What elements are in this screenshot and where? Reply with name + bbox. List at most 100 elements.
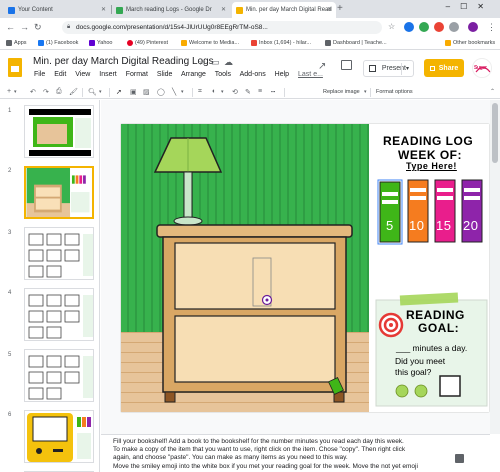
nightstand-illustration [153,137,353,403]
border-color-icon[interactable]: ✎ [245,88,251,96]
forward-icon[interactable]: → [20,22,29,32]
slide-thumbnail-6[interactable] [24,410,94,463]
chevron-down-icon[interactable]: ▾ [221,89,224,95]
menu-file[interactable]: File [34,71,45,78]
format-options-button[interactable]: Format options [376,89,413,95]
slide-editor[interactable]: READING LOG WEEK OF: Type Here! 5 10 15 … [121,124,489,412]
new-tab-icon[interactable]: + [337,3,343,14]
line-icon[interactable]: ╲ [172,88,176,96]
more-menu-icon[interactable]: ⋮ [487,22,496,33]
avatar-text: Sugar [474,65,487,71]
reset-image-icon[interactable]: ⟲ [232,88,238,96]
tab-title: Your Content [18,7,53,13]
crop-icon[interactable]: ⌗ [198,88,202,96]
thumbnail-image [25,228,93,279]
slide-thumbnail-4[interactable] [24,288,94,341]
redo-icon[interactable]: ↷ [43,88,49,96]
profile-avatar[interactable] [468,22,478,32]
star-icon[interactable]: ☆ [198,57,206,68]
chevron-down-icon[interactable]: ▾ [364,89,367,95]
move-folder-icon[interactable]: ▭ [211,57,220,68]
google-slides-logo-icon[interactable] [8,58,22,77]
document-title[interactable]: Min. per day March Digital Reading Logs [33,56,214,67]
bookmark-facebook[interactable]: (1) Facebook [38,40,78,46]
replace-image-menu[interactable]: Replace image [323,89,360,95]
activity-trend-icon[interactable]: ↗ [318,61,326,72]
collapse-toolbar-icon[interactable]: ⌃ [490,88,495,95]
menu-addons[interactable]: Add-ons [240,71,266,78]
minutes-15-label: 15 [436,218,452,233]
slide-thumbnail-2[interactable] [24,166,94,219]
canvas-scrollbar[interactable] [490,100,500,434]
bookmark-other[interactable]: Other bookmarks [445,40,495,46]
present-label: Present [381,65,406,72]
bookmark-pinterest[interactable]: (49) Pinterest [127,40,168,46]
menu-format[interactable]: Format [126,71,148,78]
window-controls[interactable]: –☐✕ [446,2,494,11]
thumbnail-image [25,106,93,157]
slide-thumbnail-1[interactable] [24,105,94,158]
undo-icon[interactable]: ↶ [30,88,36,96]
back-icon[interactable]: ← [6,22,15,32]
account-avatar[interactable]: Sugar [472,58,492,78]
slide-thumbnail-5[interactable] [24,349,94,402]
share-button[interactable]: Share [424,59,464,77]
extension-icon[interactable] [404,22,414,32]
paint-format-icon[interactable]: 🖌︎ [69,88,78,96]
bookmark-dashboard[interactable]: Dashboard | Teache... [325,40,387,46]
chevron-down-icon[interactable]: ▾ [406,65,409,72]
week-text-box[interactable]: Type Here! [406,161,457,171]
chevron-down-icon[interactable]: ▾ [99,89,102,95]
notes-scrollbar[interactable] [490,434,500,472]
tab-favicon [8,6,15,14]
slide-number: 4 [8,290,12,296]
present-button[interactable]: Present ▾ [363,60,414,77]
extension-icon[interactable] [434,22,444,32]
text-box-icon[interactable]: ▣ [130,88,137,96]
border-dash-icon[interactable]: ┅ [271,88,275,96]
star-icon[interactable]: ☆ [388,22,395,31]
close-tab-icon[interactable]: ✕ [221,6,226,13]
slide-thumbnail-3[interactable] [24,227,94,280]
tab-title: Min. per day March Digital Read [246,7,332,13]
menu-help[interactable]: Help [275,71,289,78]
bookmark-apps[interactable]: Apps [6,40,27,46]
select-cursor-icon[interactable]: ➚ [116,88,122,96]
menu-tools[interactable]: Tools [215,71,231,78]
reload-icon[interactable]: ↻ [34,22,42,33]
border-weight-icon[interactable]: ≡ [258,88,262,95]
extension-icon[interactable] [449,22,459,32]
chevron-down-icon[interactable]: ▾ [14,89,17,95]
last-edit-link[interactable]: Last e... [298,71,323,78]
url-input[interactable]: 🔒︎ docs.google.com/presentation/d/15s4-J… [62,21,382,34]
close-tab-icon[interactable]: ✕ [101,6,106,13]
extension-icon[interactable] [419,22,429,32]
tab-min-per-day[interactable]: Min. per day March Digital Read ✕ [232,2,336,18]
week-of-label: WEEK OF: [398,148,462,162]
menu-view[interactable]: View [75,71,90,78]
notes-line: To make a copy of the item that you want… [113,446,406,454]
bookmark-media[interactable]: Welcome to Media... [181,40,239,46]
shape-icon[interactable]: ◯ [157,88,165,96]
new-slide-icon[interactable]: + [7,88,11,95]
minutes-5-label: 5 [386,218,394,233]
image-icon[interactable]: ▨ [143,88,150,96]
mask-image-icon[interactable]: ◐ [212,88,216,95]
speaker-notes[interactable]: Fill your bookshelf! Add a book to the b… [101,434,490,472]
goal-minutes-line[interactable]: ___ minutes a day. [396,343,467,353]
menu-arrange[interactable]: Arrange [181,71,206,78]
print-icon[interactable]: ⎙ [56,88,62,96]
chevron-down-icon[interactable]: ▾ [181,89,184,95]
did-you-meet-text: Did you meet [395,356,446,366]
explore-icon[interactable] [455,454,464,463]
bookmark-inbox[interactable]: Inbox (1,694) - hilar... [251,40,311,46]
menu-slide[interactable]: Slide [157,71,173,78]
zoom-icon[interactable]: 🔍︎ [88,88,97,96]
menu-insert[interactable]: Insert [99,71,117,78]
tab-march-reading-logs[interactable]: March reading Logs - Google Dr ✕ [112,2,230,18]
menu-edit[interactable]: Edit [54,71,66,78]
bookmark-yahoo[interactable]: Yahoo [89,40,113,46]
close-tab-icon[interactable]: ✕ [327,6,332,13]
comment-icon[interactable] [341,60,352,70]
tab-your-content[interactable]: Your Content ✕ [4,2,110,18]
